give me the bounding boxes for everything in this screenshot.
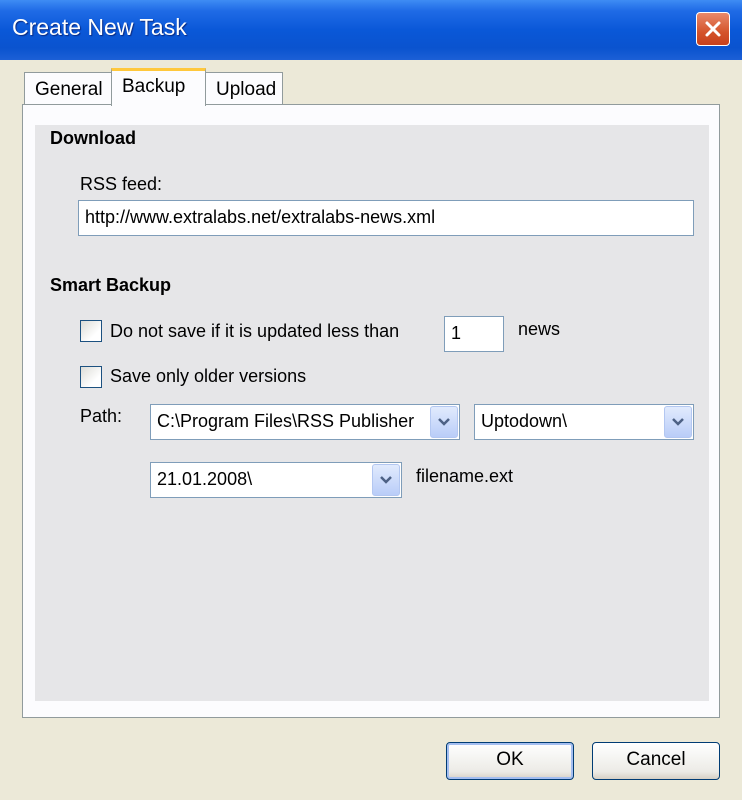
ok-button[interactable]: OK: [446, 742, 574, 780]
tab-backup[interactable]: Backup: [111, 68, 206, 106]
save-older-label: Save only older versions: [110, 366, 307, 386]
path-sub-combo[interactable]: Uptodown\: [474, 404, 694, 440]
path-root-combo[interactable]: C:\Program Files\RSS Publisher: [150, 404, 460, 440]
news-label: news: [518, 319, 561, 339]
cancel-button[interactable]: Cancel: [592, 742, 720, 780]
window-title: Create New Task: [12, 14, 187, 40]
path-sub-dropdown-button[interactable]: [664, 406, 692, 438]
close-icon: [705, 21, 721, 37]
filename-label: filename.ext: [416, 466, 514, 486]
tab-general[interactable]: General: [24, 72, 112, 104]
do-not-save-checkbox[interactable]: [80, 320, 102, 342]
rss-feed-label: RSS feed:: [80, 174, 163, 194]
path-label: Path:: [80, 406, 123, 426]
path-date-dropdown-button[interactable]: [372, 464, 400, 496]
rss-feed-input[interactable]: http://www.extralabs.net/extralabs-news.…: [78, 200, 694, 236]
do-not-save-label: Do not save if it is updated less than: [110, 321, 400, 341]
smart-backup-section-title: Smart Backup: [50, 275, 172, 295]
tab-backup-label: Backup: [122, 76, 186, 97]
chevron-down-icon: [672, 418, 684, 426]
tab-upload[interactable]: Upload: [205, 72, 283, 104]
title-bar[interactable]: Create New Task: [0, 0, 742, 60]
save-older-checkbox[interactable]: [80, 366, 102, 388]
tab-general-label: General: [35, 79, 103, 100]
tab-upload-label: Upload: [216, 79, 277, 100]
path-root-dropdown-button[interactable]: [430, 406, 458, 438]
news-count-input[interactable]: 1: [444, 316, 504, 352]
create-task-dialog: Create New Task General Backup Upload Do…: [0, 0, 742, 800]
chevron-down-icon: [380, 476, 392, 484]
path-root-value: C:\Program Files\RSS Publisher: [157, 411, 415, 431]
download-section-title: Download: [50, 128, 136, 148]
path-sub-value: Uptodown\: [481, 411, 568, 431]
path-date-combo[interactable]: 21.01.2008\: [150, 462, 402, 498]
path-date-value: 21.01.2008\: [157, 469, 253, 489]
close-button[interactable]: [696, 12, 730, 46]
chevron-down-icon: [438, 418, 450, 426]
